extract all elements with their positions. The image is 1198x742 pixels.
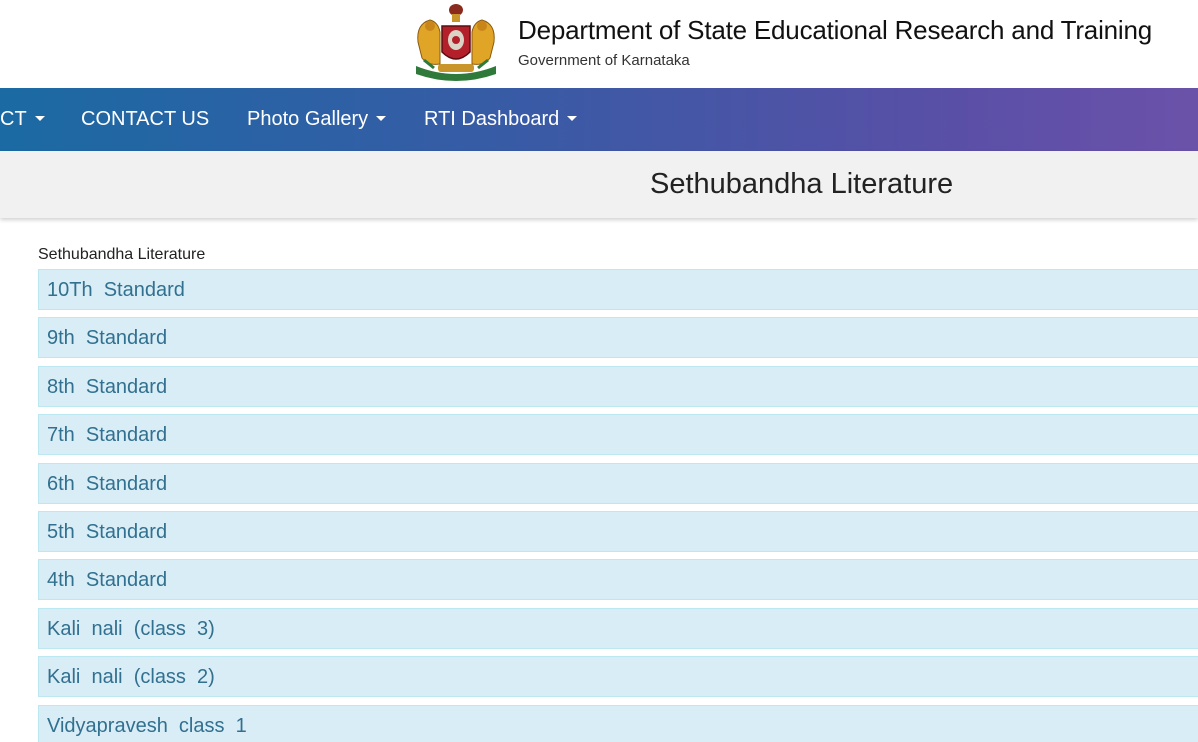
nav-item-contact-truncated[interactable]: CT [0, 88, 45, 151]
nav-item-label: Photo Gallery [247, 108, 369, 130]
standard-list: 10Th Standard 9th Standard 8th Standard … [38, 269, 1198, 742]
list-item-8th-standard[interactable]: 8th Standard [38, 365, 1198, 407]
caret-down-icon [567, 116, 578, 122]
list-item-kali-nali-class-2[interactable]: Kali nali (class 2) [38, 656, 1198, 698]
list-item-4th-standard[interactable]: 4th Standard [38, 559, 1198, 601]
list-item-kali-nali-class-3[interactable]: Kali nali (class 3) [38, 607, 1198, 649]
page: Department of State Educational Research… [0, 0, 1198, 742]
page-title-band: Sethubandha Literature [0, 151, 1198, 218]
nav-item-label: RTI Dashboard [424, 108, 560, 130]
nav-item-label: CONTACT US [81, 108, 210, 130]
nav-item-contact-us[interactable]: CONTACT US [81, 88, 209, 151]
nav-item-label: CT [0, 108, 27, 130]
caret-down-icon [34, 116, 45, 122]
page-title: Sethubandha Literature [650, 168, 954, 200]
list-item-10th-standard[interactable]: 10Th Standard [38, 269, 1198, 310]
nav-item-photo-gallery[interactable]: Photo Gallery [247, 88, 387, 151]
section-label: Sethubandha Literature [38, 246, 206, 263]
site-header: Department of State Educational Research… [0, 0, 1198, 88]
karnataka-emblem-icon [416, 4, 496, 81]
nav-item-rti-dashboard[interactable]: RTI Dashboard [424, 88, 578, 151]
list-item-7th-standard[interactable]: 7th Standard [38, 414, 1198, 456]
list-item-6th-standard[interactable]: 6th Standard [38, 462, 1198, 504]
site-title: Department of State Educational Research… [518, 15, 1153, 45]
main-navbar: CT CONTACT US Photo Gallery RTI Dashboar… [0, 88, 1198, 151]
list-item-5th-standard[interactable]: 5th Standard [38, 510, 1198, 552]
caret-down-icon [376, 116, 387, 122]
site-subtitle: Government of Karnataka [518, 52, 690, 69]
list-item-vidyapravesh-class-1[interactable]: Vidyapravesh class 1 [38, 704, 1198, 742]
list-item-9th-standard[interactable]: 9th Standard [38, 317, 1198, 359]
title-block: Department of State Educational Research… [518, 14, 1152, 70]
